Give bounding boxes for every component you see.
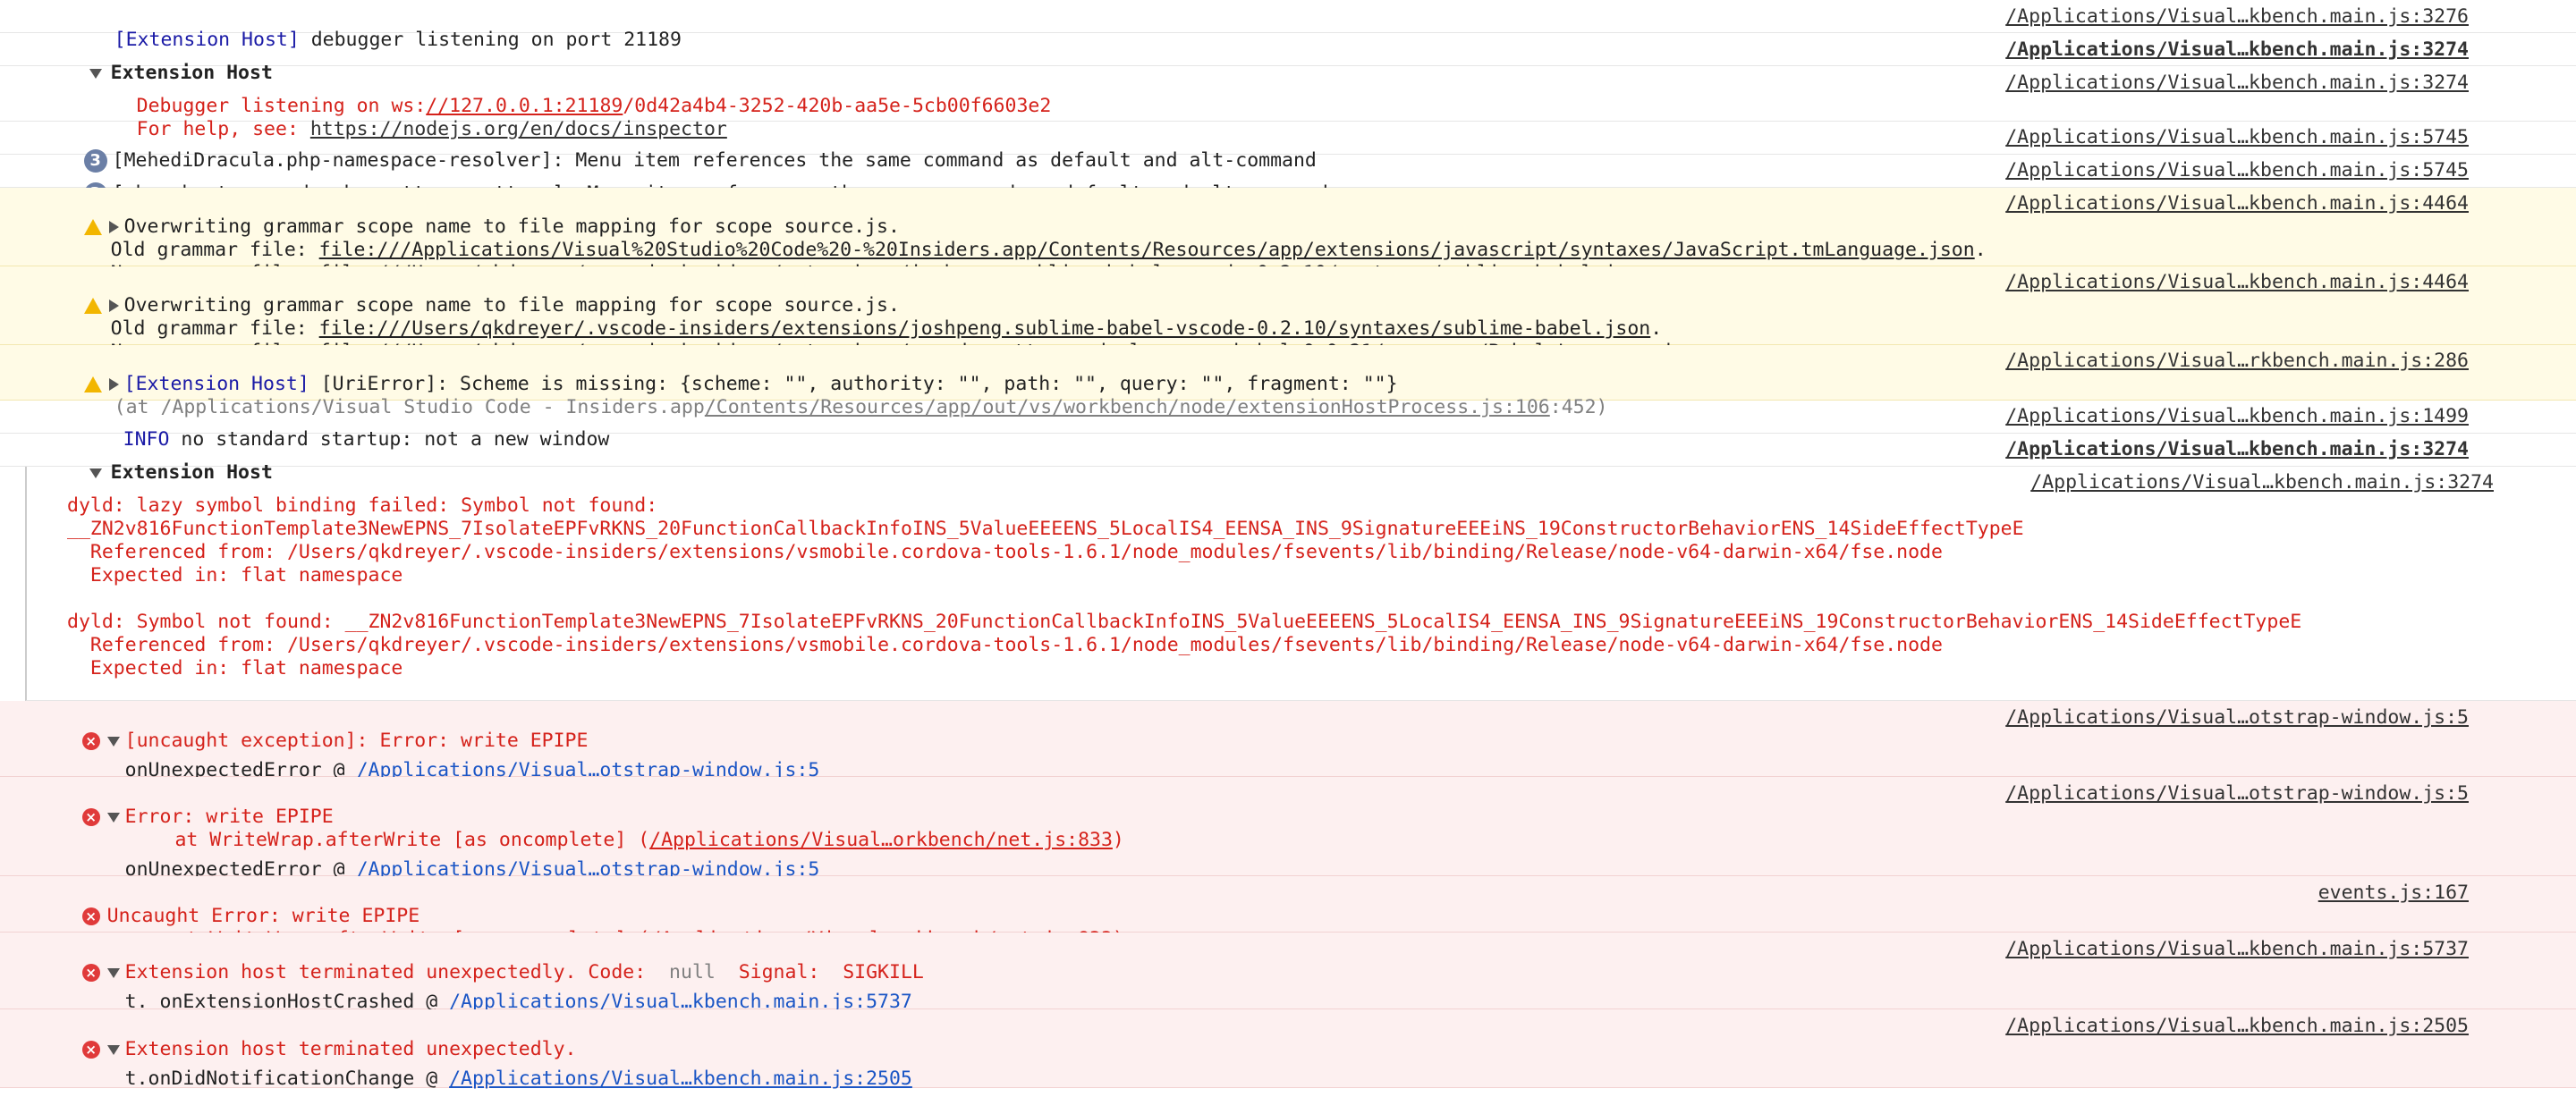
log-row: 3 [MehediDracula.php-namespace-resolver]:… <box>0 122 2576 173</box>
log-row: Debugger listening on ws://127.0.0.1:211… <box>0 66 2576 140</box>
log-text: Expected in: flat namespace <box>67 564 403 587</box>
warning-row: [Extension Host] [UriError]: Scheme is m… <box>0 345 2576 418</box>
source-link[interactable]: /Applications/Visual…kbench.main.js:3274 <box>2030 471 2494 494</box>
source-link[interactable]: /Applications/Visual…kbench.main.js:5745 <box>2005 159 2469 182</box>
log-row: /Applications/Visual…kbench.main.js:3274… <box>25 467 2576 701</box>
log-row: INFO no standard startup: not a new wind… <box>0 401 2576 451</box>
log-text: dyld: Symbol not found: __ZN2v816Functio… <box>67 611 2302 633</box>
source-link[interactable]: /Applications/Visual…kbench.main.js:5745 <box>2005 126 2469 149</box>
source-link[interactable]: /Applications/Visual…otstrap-window.js:5 <box>2005 782 2469 806</box>
log-text: __ZN2v816FunctionTemplate3NewEPNS_7Isola… <box>67 518 2024 540</box>
warning-row: Overwriting grammar scope name to file m… <box>0 188 2576 284</box>
source-link[interactable]: /Applications/Visual…kbench.main.js:5737 <box>2005 938 2469 961</box>
log-row: 3[phproberto.vscode-php-getters-setters]… <box>0 155 2576 206</box>
source-link[interactable]: /Applications/Visual…otstrap-window.js:5 <box>2005 706 2469 730</box>
source-link[interactable]: /Applications/Visual…kbench.main.js:1499 <box>2005 405 2469 428</box>
log-text: Expected in: flat namespace <box>67 657 403 679</box>
source-link[interactable]: /Applications/Visual…rkbench.main.js:286 <box>2005 350 2469 373</box>
stack-link[interactable]: /Applications/Visual…kbench.main.js:2505 <box>449 1068 912 1090</box>
log-text: Referenced from: /Users/qkdreyer/.vscode… <box>67 634 1943 656</box>
source-link[interactable]: events.js:167 <box>2318 882 2469 905</box>
source-link[interactable]: /Applications/Visual…kbench.main.js:3276 <box>2005 5 2469 29</box>
error-row: × Error: write EPIPE /Applications/Visual… <box>0 777 2576 881</box>
error-row: × Extension host terminated unexpectedly.… <box>0 1009 2576 1090</box>
source-link[interactable]: /Applications/Visual…kbench.main.js:3274 <box>2005 72 2469 95</box>
source-link[interactable]: /Applications/Visual…kbench.main.js:4464 <box>2005 192 2469 215</box>
log-text: Referenced from: /Users/qkdreyer/.vscode… <box>67 541 1943 563</box>
stack-frame: t.onDidNotificationChange @ <box>124 1068 450 1090</box>
source-link[interactable]: /Applications/Visual…kbench.main.js:3274 <box>2005 438 2469 461</box>
log-text: dyld: lazy symbol binding failed: Symbol… <box>67 494 658 517</box>
error-row: × Uncaught Error: write EPIPE events.js:1… <box>0 876 2576 950</box>
error-row: × Extension host terminated unexpectedly.… <box>0 933 2576 1013</box>
warning-row: Overwriting grammar scope name to file m… <box>0 266 2576 363</box>
source-link[interactable]: /Applications/Visual…kbench.main.js:3274 <box>2005 38 2469 62</box>
error-row: × [uncaught exception]: Error: write EPIP… <box>0 701 2576 781</box>
log-group-header[interactable]: Extension Host /Applications/Visual…kben… <box>0 434 2576 484</box>
log-group-header[interactable]: Extension Host /Applications/Visual…kben… <box>0 33 2576 84</box>
log-row: [Extension Host] debugger listening on p… <box>0 0 2576 51</box>
source-link[interactable]: /Applications/Visual…kbench.main.js:4464 <box>2005 271 2469 294</box>
console-panel: [Extension Host] debugger listening on p… <box>0 0 2576 1090</box>
source-link[interactable]: /Applications/Visual…kbench.main.js:2505 <box>2005 1015 2469 1038</box>
